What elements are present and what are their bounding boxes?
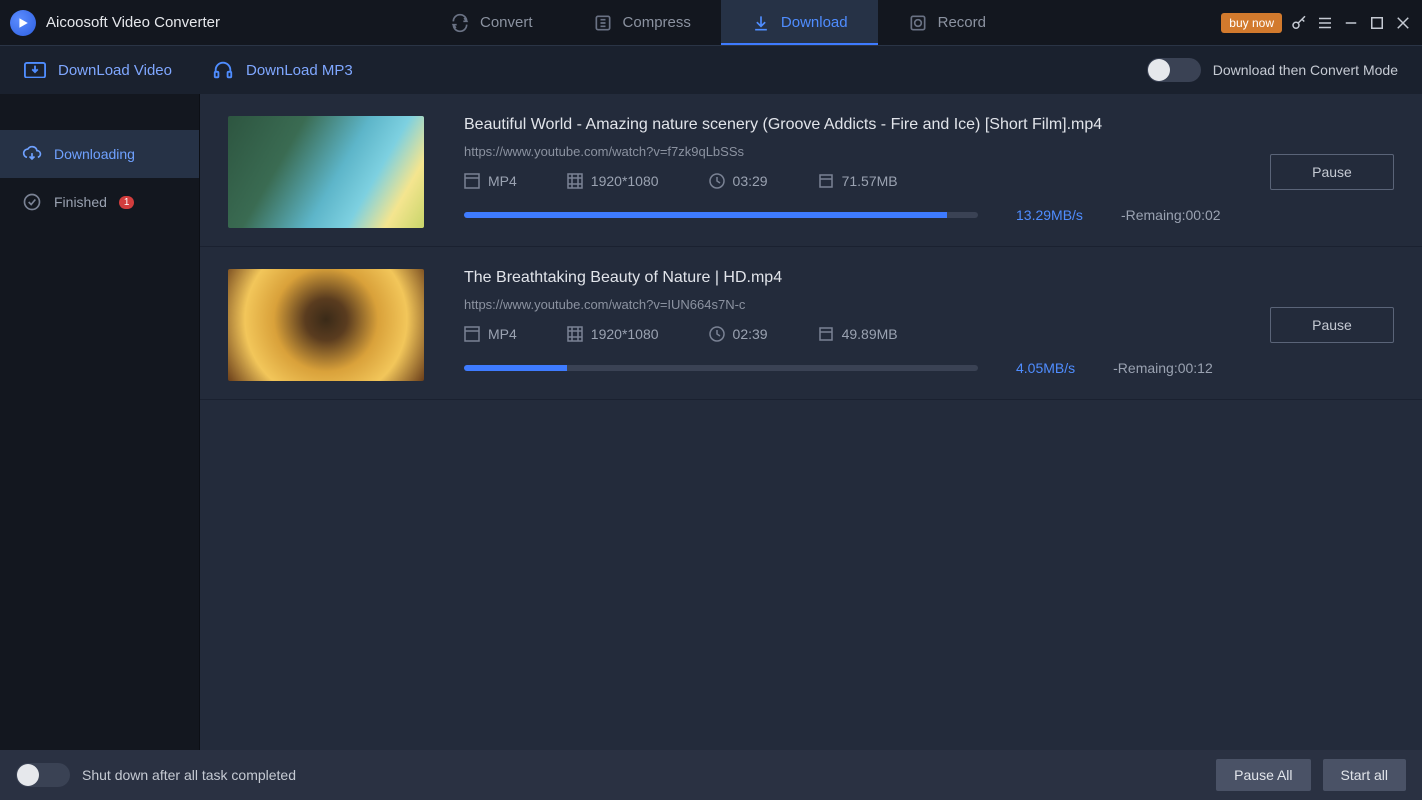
start-all-button[interactable]: Start all (1323, 759, 1406, 791)
check-circle-icon (22, 192, 42, 212)
video-format: MP4 (488, 173, 517, 189)
video-title: Beautiful World - Amazing nature scenery… (464, 116, 1240, 134)
sidebar-item-downloading[interactable]: Downloading (0, 130, 199, 178)
app-logo-icon (10, 10, 36, 36)
record-icon (908, 13, 928, 33)
sidebar-item-label: Downloading (54, 146, 135, 162)
maximize-icon[interactable] (1368, 14, 1386, 32)
finished-badge: 1 (119, 196, 135, 209)
video-resolution: 1920*1080 (591, 326, 659, 342)
sidebar-item-label: Finished (54, 194, 107, 210)
menu-icon[interactable] (1316, 14, 1334, 32)
sub-action-label: DownLoad MP3 (246, 62, 353, 79)
format-icon (464, 173, 480, 189)
tab-record[interactable]: Record (878, 0, 1016, 45)
video-thumbnail[interactable] (228, 116, 424, 228)
sub-action-label: DownLoad Video (58, 62, 172, 79)
sidebar-item-finished[interactable]: Finished 1 (0, 178, 199, 226)
clock-icon (709, 173, 725, 189)
cloud-download-icon (22, 144, 42, 164)
tab-label: Compress (623, 14, 691, 31)
progress-bar (464, 365, 978, 371)
main-tabs: Convert Compress Download Record (420, 0, 1016, 45)
video-format: MP4 (488, 326, 517, 342)
video-url: https://www.youtube.com/watch?v=f7zk9qLb… (464, 144, 1240, 159)
title-right: buy now (1221, 13, 1422, 33)
tab-label: Convert (480, 14, 533, 31)
tab-convert[interactable]: Convert (420, 0, 563, 45)
minimize-icon[interactable] (1342, 14, 1360, 32)
size-icon (818, 173, 834, 189)
buy-now-button[interactable]: buy now (1221, 13, 1282, 33)
download-speed: 13.29MB/s (1016, 207, 1083, 223)
video-size: 49.89MB (842, 326, 898, 342)
format-icon (464, 326, 480, 342)
download-row: The Breathtaking Beauty of Nature | HD.m… (200, 247, 1422, 400)
convert-mode-toggle[interactable] (1147, 58, 1201, 82)
download-list: Beautiful World - Amazing nature scenery… (200, 94, 1422, 750)
download-speed: 4.05MB/s (1016, 360, 1075, 376)
app-title: Aicoosoft Video Converter (46, 14, 220, 31)
video-resolution: 1920*1080 (591, 173, 659, 189)
download-row: Beautiful World - Amazing nature scenery… (200, 94, 1422, 247)
download-video-button[interactable]: DownLoad Video (24, 61, 172, 79)
tab-label: Record (938, 14, 986, 31)
tab-download[interactable]: Download (721, 0, 878, 45)
download-icon (751, 13, 771, 33)
size-icon (818, 326, 834, 342)
video-thumbnail[interactable] (228, 269, 424, 381)
video-url: https://www.youtube.com/watch?v=IUN664s7… (464, 297, 1240, 312)
tab-compress[interactable]: Compress (563, 0, 721, 45)
title-bar: Aicoosoft Video Converter Convert Compre… (0, 0, 1422, 46)
video-duration: 03:29 (733, 173, 768, 189)
close-icon[interactable] (1394, 14, 1412, 32)
sub-toolbar: DownLoad Video DownLoad MP3 Download the… (0, 46, 1422, 94)
video-duration: 02:39 (733, 326, 768, 342)
pause-button[interactable]: Pause (1270, 154, 1394, 190)
resolution-icon (567, 326, 583, 342)
download-remaining: -Remaing:00:12 (1113, 360, 1213, 376)
download-remaining: -Remaing:00:02 (1121, 207, 1221, 223)
video-size: 71.57MB (842, 173, 898, 189)
shutdown-label: Shut down after all task completed (82, 767, 296, 783)
video-title: The Breathtaking Beauty of Nature | HD.m… (464, 269, 1240, 287)
video-download-icon (24, 61, 46, 79)
sidebar: Downloading Finished 1 (0, 94, 200, 750)
pause-button[interactable]: Pause (1270, 307, 1394, 343)
compress-icon (593, 13, 613, 33)
progress-bar (464, 212, 978, 218)
download-mp3-button[interactable]: DownLoad MP3 (212, 61, 353, 79)
footer-bar: Shut down after all task completed Pause… (0, 750, 1422, 800)
headphones-icon (212, 61, 234, 79)
key-icon[interactable] (1290, 14, 1308, 32)
convert-mode-label: Download then Convert Mode (1213, 62, 1398, 78)
tab-label: Download (781, 14, 848, 31)
resolution-icon (567, 173, 583, 189)
shutdown-toggle[interactable] (16, 763, 70, 787)
convert-icon (450, 13, 470, 33)
clock-icon (709, 326, 725, 342)
pause-all-button[interactable]: Pause All (1216, 759, 1310, 791)
